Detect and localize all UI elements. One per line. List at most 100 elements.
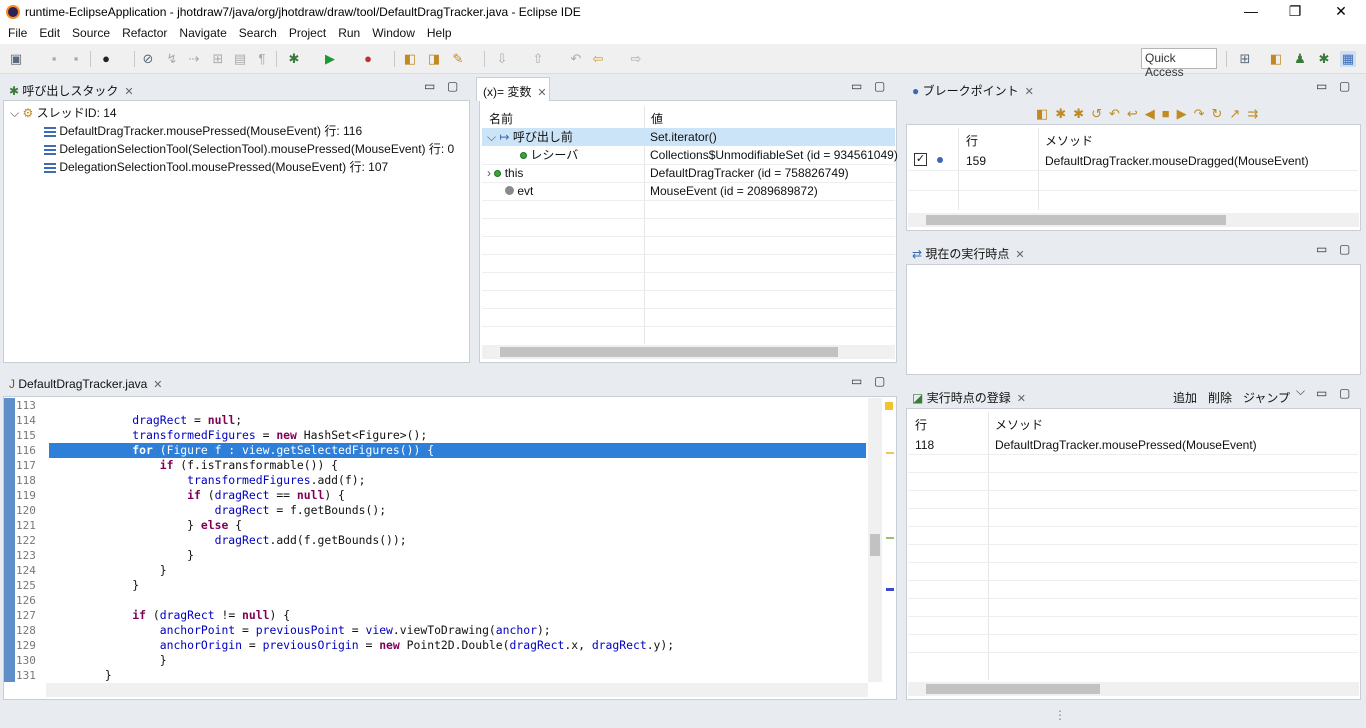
breakpoint-line[interactable]: 159 — [966, 154, 986, 168]
variables-hscrollbar[interactable] — [482, 345, 895, 359]
overview-marker[interactable] — [886, 537, 894, 539]
pilcrow-icon[interactable]: ¶ — [254, 51, 270, 67]
open-perspective-icon[interactable]: ⊞ — [1237, 51, 1253, 67]
variable-row[interactable]: ⌵ ↦ 呼び出し前 — [487, 128, 573, 146]
forward-icon[interactable]: ⇨ — [628, 51, 644, 67]
maximize-icon[interactable]: ▢ — [874, 374, 885, 388]
exec-register-hscrollbar[interactable] — [908, 682, 1359, 696]
view-menu-chevron-icon[interactable]: ⌵ — [1296, 384, 1305, 399]
breakpoint-method[interactable]: DefaultDragTracker.mouseDragged(MouseEve… — [1045, 154, 1309, 168]
terminate-icon[interactable]: ▤ — [232, 51, 248, 67]
code-line[interactable]: transformedFigures.add(f); — [50, 473, 365, 488]
open-task-icon[interactable]: ◨ — [426, 51, 442, 67]
code-line[interactable]: for (Figure f : view.getSelectedFigures(… — [50, 443, 435, 458]
code-line[interactable]: } — [50, 653, 167, 668]
save-all-icon[interactable]: ▪ — [68, 51, 84, 67]
resource-perspective-icon[interactable]: ▦ — [1340, 51, 1356, 67]
col-method-header[interactable]: メソッド — [995, 416, 1043, 433]
save-icon[interactable]: ▪ — [46, 51, 62, 67]
editor-vscrollbar[interactable] — [868, 398, 882, 682]
menu-search[interactable]: Search — [233, 24, 283, 44]
minimize-icon[interactable]: ▭ — [424, 79, 435, 93]
exec-line[interactable]: 118 — [915, 438, 934, 452]
menu-navigate[interactable]: Navigate — [173, 24, 232, 44]
col-line-header[interactable]: 行 — [966, 132, 978, 149]
debug-icon[interactable]: ✱ — [286, 51, 302, 67]
code-line[interactable]: dragRect = f.getBounds(); — [50, 503, 386, 518]
tab-exec-register[interactable]: ◪ 実行時点の登録 ✕ — [906, 384, 1034, 408]
use-step-filters-icon[interactable]: ⇢ — [186, 51, 202, 67]
stack-frame[interactable]: DefaultDragTracker.mousePressed(MouseEve… — [44, 122, 362, 140]
code-line[interactable]: } else { — [50, 518, 242, 533]
maximize-icon[interactable]: ▢ — [1339, 79, 1350, 93]
close-icon[interactable]: ✕ — [1025, 86, 1034, 98]
tab-variables[interactable]: (x)= 変数 ✕ — [476, 77, 550, 101]
breakpoints-toolbar[interactable]: ◧✱✱↺↶↩◀■▶↷↻↗⇉ — [1036, 106, 1356, 122]
variable-row[interactable]: レシーバ — [520, 146, 578, 164]
col-name-header[interactable]: 名前 — [489, 110, 513, 127]
col-line-header[interactable]: 行 — [915, 416, 927, 433]
minimize-icon[interactable]: ▭ — [1316, 79, 1327, 93]
debug-perspective-icon[interactable]: ✱ — [1316, 51, 1332, 67]
code-line[interactable]: if (f.isTransformable()) { — [50, 458, 338, 473]
open-type-icon[interactable]: ◧ — [402, 51, 418, 67]
new-icon[interactable]: ▣ — [8, 51, 24, 67]
maximize-button[interactable]: ❐ — [1272, 0, 1318, 24]
close-icon[interactable]: ✕ — [124, 86, 133, 98]
profile-icon[interactable]: ● — [98, 51, 114, 67]
back-icon[interactable]: ⇦ — [590, 51, 606, 67]
stack-frame[interactable]: DelegationSelectionTool(SelectionTool).m… — [44, 140, 454, 158]
code-line[interactable]: if (dragRect == null) { — [50, 488, 345, 503]
stack-frame[interactable]: DelegationSelectionTool.mousePressed(Mou… — [44, 158, 388, 176]
menu-window[interactable]: Window — [366, 24, 421, 44]
maximize-icon[interactable]: ▢ — [1339, 386, 1350, 400]
code-line[interactable]: anchorPoint = previousPoint = view.viewT… — [50, 623, 551, 638]
maximize-icon[interactable]: ▢ — [874, 79, 885, 93]
exec-method[interactable]: DefaultDragTracker.mousePressed(MouseEve… — [995, 438, 1257, 452]
run-icon[interactable]: ▶ — [322, 51, 338, 67]
code-line[interactable]: transformedFigures = new HashSet<Figure>… — [50, 428, 427, 443]
delete-button[interactable]: 削除 — [1208, 389, 1232, 406]
code-line[interactable]: } — [50, 548, 194, 563]
skip-breakpoints-icon[interactable]: ⊘ — [140, 51, 156, 67]
minimize-icon[interactable]: ▭ — [851, 374, 862, 388]
minimize-button[interactable]: — — [1228, 0, 1274, 24]
search-icon[interactable]: ✎ — [450, 51, 466, 67]
external-tools-icon[interactable]: ● — [360, 51, 376, 67]
code-line[interactable]: dragRect.add(f.getBounds()); — [50, 533, 407, 548]
add-button[interactable]: 追加 — [1173, 389, 1197, 406]
disconnect-icon[interactable]: ⊞ — [210, 51, 226, 67]
menu-edit[interactable]: Edit — [33, 24, 66, 44]
close-icon[interactable]: ✕ — [153, 379, 162, 391]
menu-help[interactable]: Help — [421, 24, 458, 44]
code-line[interactable]: } — [50, 563, 167, 578]
maximize-icon[interactable]: ▢ — [447, 79, 458, 93]
code-line[interactable]: } — [50, 578, 139, 593]
tab-current-exec[interactable]: ⇄ 現在の実行時点 ✕ — [906, 240, 1036, 264]
tab-breakpoints[interactable]: ● ブレークポイント ✕ — [906, 77, 1034, 101]
jump-button[interactable]: ジャンプ — [1243, 389, 1290, 406]
last-edit-icon[interactable]: ↶ — [568, 51, 584, 67]
java-perspective-icon[interactable]: ◧ — [1268, 51, 1284, 67]
drop-to-frame-icon[interactable]: ↯ — [164, 51, 180, 67]
thread-node[interactable]: ⌵ ⚙ スレッドID: 14 — [10, 104, 117, 122]
breakpoint-enabled-checkbox[interactable]: ✓ — [914, 153, 927, 166]
warning-marker-icon[interactable] — [885, 402, 893, 410]
close-icon[interactable]: ✕ — [537, 87, 546, 99]
next-annotation-icon[interactable]: ⇩ — [494, 51, 510, 67]
code-line[interactable]: } — [50, 668, 112, 683]
minimize-icon[interactable]: ▭ — [1316, 242, 1327, 256]
code-line[interactable]: if (dragRect != null) { — [50, 608, 290, 623]
prev-annotation-icon[interactable]: ⇧ — [530, 51, 546, 67]
menu-project[interactable]: Project — [283, 24, 332, 44]
close-icon[interactable]: ✕ — [1015, 249, 1024, 261]
editor-hscrollbar[interactable] — [46, 683, 868, 697]
overview-marker[interactable] — [886, 588, 894, 591]
java-ee-perspective-icon[interactable]: ♟ — [1292, 51, 1308, 67]
close-window-button[interactable]: ✕ — [1318, 0, 1364, 24]
tab-editor-file[interactable]: J DefaultDragTracker.java ✕ — [3, 372, 169, 396]
menu-source[interactable]: Source — [66, 24, 116, 44]
quick-access-field[interactable]: Quick Access — [1141, 48, 1217, 79]
close-icon[interactable]: ✕ — [1017, 393, 1026, 405]
minimize-icon[interactable]: ▭ — [851, 79, 862, 93]
